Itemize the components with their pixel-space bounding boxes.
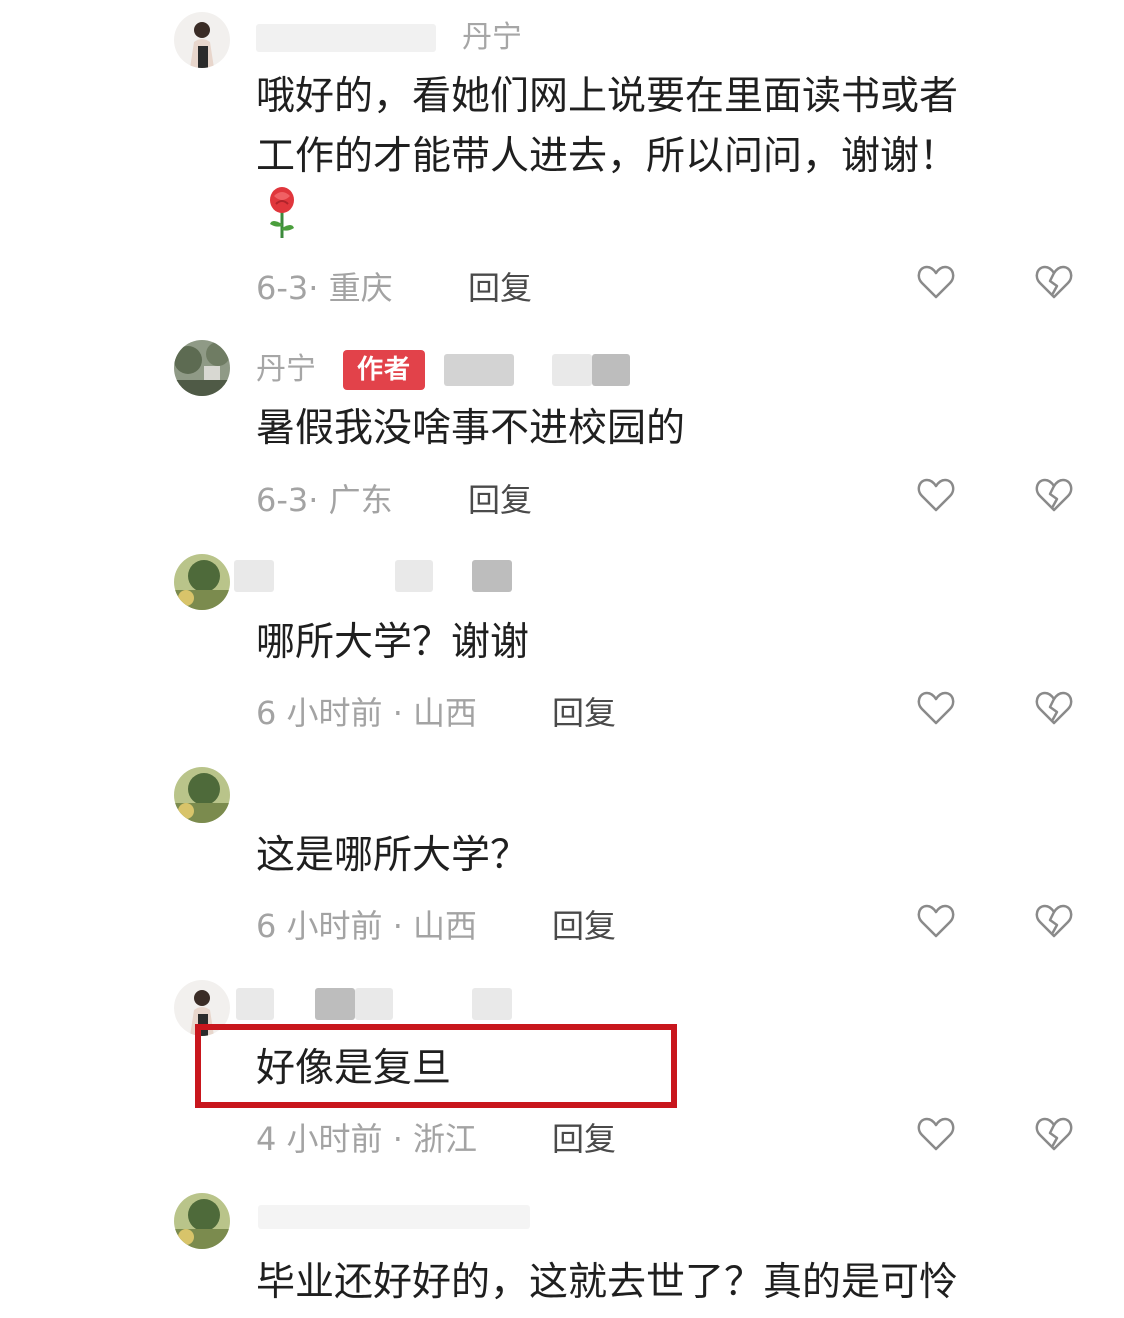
- reply-button[interactable]: 回复: [552, 693, 616, 733]
- blurred-username: [472, 988, 512, 1020]
- username[interactable]: 丹宁: [462, 18, 522, 58]
- comment-text: 毕业还好好的，这就去世了？真的是可怜: [256, 1260, 959, 1305]
- rose-icon: [262, 184, 302, 240]
- reply-button[interactable]: 回复: [468, 268, 532, 308]
- broken-heart-icon[interactable]: [1034, 901, 1074, 941]
- author-badge: 作者: [343, 350, 425, 390]
- avatar[interactable]: [174, 12, 230, 68]
- broken-heart-icon[interactable]: [1034, 688, 1074, 728]
- blurred-username: [472, 560, 512, 592]
- comment-text-line: 哦好的，看她们网上说要在里面读书或者: [256, 74, 959, 119]
- comment-meta: 6 小时前 · 山西: [256, 694, 478, 732]
- broken-heart-icon[interactable]: [1034, 475, 1074, 515]
- username[interactable]: 丹宁: [256, 350, 316, 390]
- blurred-text: [592, 354, 630, 386]
- comment-text: 这是哪所大学？: [256, 833, 530, 878]
- avatar[interactable]: [174, 767, 230, 823]
- heart-outline-icon[interactable]: [916, 901, 956, 941]
- avatar[interactable]: [174, 554, 230, 610]
- comment-text: 暑假我没啥事不进校园的: [256, 406, 686, 451]
- reply-button[interactable]: 回复: [552, 1119, 616, 1159]
- comment-meta: 6 小时前 · 山西: [256, 907, 478, 945]
- comment-meta: 6-3· 广东: [256, 481, 393, 519]
- blurred-username: [236, 988, 274, 1020]
- comment-text: 好像是复旦: [256, 1046, 452, 1091]
- blurred-username: [256, 24, 436, 52]
- heart-outline-icon[interactable]: [916, 688, 956, 728]
- blurred-username: [355, 988, 393, 1020]
- blurred-text: [552, 354, 592, 386]
- avatar[interactable]: [174, 1193, 230, 1249]
- blurred-username: [234, 560, 274, 592]
- comment-text-line: 工作的才能带人进去，所以问问，谢谢！: [256, 134, 959, 179]
- blurred-username: [315, 988, 355, 1020]
- blurred-username: [258, 1205, 530, 1229]
- avatar[interactable]: [174, 340, 230, 396]
- reply-button[interactable]: 回复: [552, 906, 616, 946]
- heart-outline-icon[interactable]: [916, 1114, 956, 1154]
- broken-heart-icon[interactable]: [1034, 1114, 1074, 1154]
- comment-meta: 4 小时前 · 浙江: [256, 1120, 478, 1158]
- blurred-text: [444, 354, 514, 386]
- reply-button[interactable]: 回复: [468, 480, 532, 520]
- blurred-username: [395, 560, 433, 592]
- comment-meta: 6-3· 重庆: [256, 269, 393, 307]
- broken-heart-icon[interactable]: [1034, 262, 1074, 302]
- heart-outline-icon[interactable]: [916, 262, 956, 302]
- heart-outline-icon[interactable]: [916, 475, 956, 515]
- comment-text: 哪所大学？谢谢: [256, 620, 530, 665]
